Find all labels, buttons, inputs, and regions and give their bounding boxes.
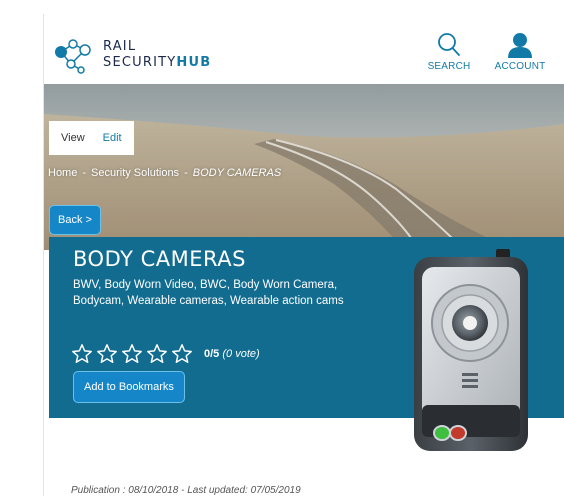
- breadcrumb: Home - Security Solutions - BODY CAMERAS: [48, 167, 281, 179]
- logo-text-rail: RAIL: [103, 39, 137, 54]
- star-icon[interactable]: [71, 343, 93, 365]
- page-frame: RAIL SECURITYHUB SEARCH ACCOUNT View Edi…: [43, 14, 564, 496]
- site-header: RAIL SECURITYHUB SEARCH ACCOUNT: [44, 14, 564, 84]
- logo-text-securityhub: SECURITYHUB: [103, 55, 212, 70]
- logo-network-icon: [55, 39, 91, 74]
- hero-banner: View Edit Home - Security Solutions - BODY C…: [44, 84, 564, 250]
- account-label: ACCOUNT: [494, 61, 546, 72]
- search-label: SEARCH: [427, 61, 471, 72]
- rating-widget: 0/5 (0 vote): [71, 343, 260, 365]
- local-tabs: View Edit: [49, 121, 134, 155]
- body-camera-image: [414, 249, 528, 451]
- star-icon[interactable]: [171, 343, 193, 365]
- publication-dates: Publication : 08/10/2018 - Last updated:…: [71, 485, 301, 496]
- star-icon[interactable]: [96, 343, 118, 365]
- star-icon[interactable]: [146, 343, 168, 365]
- page-title: BODY CAMERAS: [73, 247, 246, 271]
- search-button[interactable]: SEARCH: [427, 32, 471, 72]
- breadcrumb-security-solutions[interactable]: Security Solutions: [91, 167, 179, 179]
- breadcrumb-current: BODY CAMERAS: [192, 167, 282, 179]
- site-logo[interactable]: RAIL SECURITYHUB: [51, 36, 221, 76]
- star-icon[interactable]: [121, 343, 143, 365]
- tab-view[interactable]: View: [61, 132, 85, 144]
- solution-keywords: BWV, Body Worn Video, BWC, Body Worn Cam…: [73, 279, 344, 307]
- account-button[interactable]: ACCOUNT: [492, 32, 548, 72]
- tab-edit[interactable]: Edit: [103, 132, 122, 144]
- breadcrumb-home[interactable]: Home: [48, 167, 77, 179]
- add-to-bookmarks-button[interactable]: Add to Bookmarks: [73, 371, 185, 403]
- back-button[interactable]: Back >: [49, 205, 101, 235]
- breadcrumb-separator: -: [184, 167, 188, 179]
- rating-score: 0/5 (0 vote): [204, 348, 260, 360]
- user-icon: [508, 33, 532, 58]
- search-icon: [438, 33, 460, 56]
- breadcrumb-separator: -: [82, 167, 87, 179]
